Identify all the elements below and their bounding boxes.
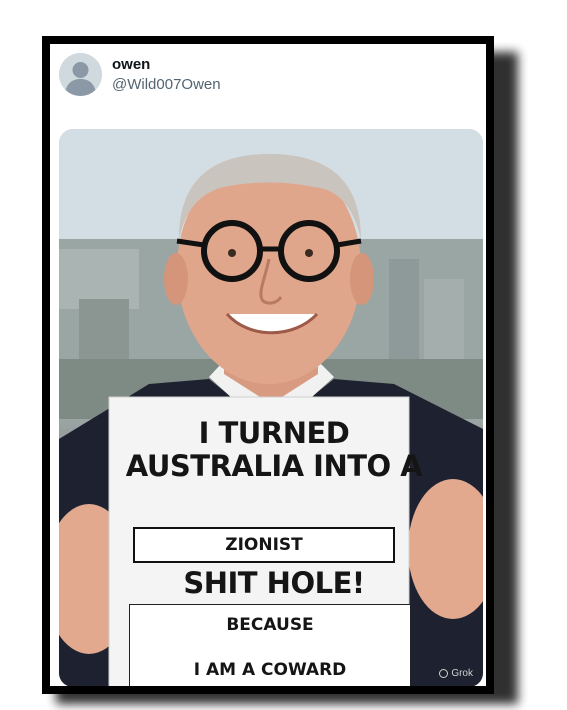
sign-highlight-text: ZIONIST xyxy=(225,535,303,555)
sign-reason: I AM A COWARD xyxy=(193,660,347,680)
screenshot-frame: owen @Wild007Owen I TURNED AUSTRALIA INT… xyxy=(42,36,494,694)
grok-watermark: Grok xyxy=(439,668,473,679)
avatar[interactable] xyxy=(59,53,102,96)
watermark-text: Grok xyxy=(451,668,473,679)
grok-logo-icon xyxy=(439,669,449,678)
sign-highlight-bar: ZIONIST xyxy=(133,527,395,563)
author-handle[interactable]: @Wild007Owen xyxy=(112,76,221,93)
post-card: owen @Wild007Owen I TURNED AUSTRALIA INT… xyxy=(50,44,486,686)
post-image[interactable]: I TURNED AUSTRALIA INTO A ZIONIST SHIT H… xyxy=(59,129,483,686)
sign-reason-label: BECAUSE xyxy=(226,615,314,635)
author-name[interactable]: owen xyxy=(112,56,150,73)
sign-bottom-card: BECAUSE I AM A COWARD xyxy=(129,604,411,686)
default-user-icon xyxy=(59,53,102,96)
sign-headline: I TURNED AUSTRALIA INTO A xyxy=(125,416,423,483)
sign-continuation: SHIT HOLE! xyxy=(183,566,365,600)
photo-illustration xyxy=(59,129,483,686)
